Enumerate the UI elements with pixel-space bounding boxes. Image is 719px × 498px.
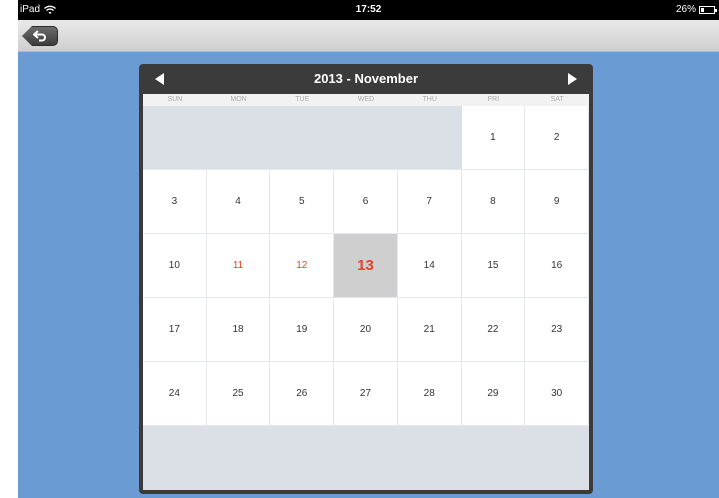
day-cell[interactable]: 3	[143, 170, 207, 234]
empty-day-cell	[397, 106, 462, 170]
navigation-bar	[18, 20, 719, 52]
empty-day-cell	[143, 106, 207, 170]
weekday-label: TUE	[295, 96, 310, 103]
back-button[interactable]	[22, 26, 58, 46]
battery-fill	[701, 8, 705, 12]
status-right: 26%	[675, 0, 717, 20]
day-cell[interactable]: 10	[143, 234, 207, 298]
day-cell[interactable]: 14	[397, 234, 462, 298]
day-cell[interactable]: 22	[461, 298, 526, 362]
clock: 17:52	[355, 4, 382, 15]
day-cell[interactable]: 18	[206, 298, 271, 362]
calendar-header: 2013 - November	[143, 64, 589, 94]
day-cell[interactable]: 4	[206, 170, 271, 234]
weekday-label: WED	[357, 96, 375, 103]
day-cell[interactable]: 1	[461, 106, 526, 170]
day-cell[interactable]: 30	[525, 362, 589, 426]
status-bar: iPad 17:52 26%	[18, 0, 719, 20]
back-arrow-icon	[33, 30, 46, 42]
empty-day-cell	[334, 106, 398, 170]
day-cell[interactable]: 8	[461, 170, 526, 234]
empty-week-row	[143, 426, 589, 490]
day-cell[interactable]: 28	[397, 362, 462, 426]
empty-day-cell	[206, 106, 271, 170]
day-cell[interactable]: 21	[397, 298, 462, 362]
day-cell[interactable]: 9	[525, 170, 589, 234]
day-cell[interactable]: 11	[206, 234, 271, 298]
battery-icon	[699, 6, 717, 14]
weekday-header-row: SUN MON TUE WED THU FRI SAT	[143, 94, 589, 106]
battery-percent: 26%	[675, 4, 696, 15]
calendar: 2013 - November SUN MON TUE WED THU FRI SAT 12…	[139, 64, 593, 494]
day-cell[interactable]: 2	[525, 106, 589, 170]
day-cell[interactable]: 25	[206, 362, 271, 426]
weekday-label: MON	[230, 96, 247, 103]
calendar-grid: 1 2 3 4 5 6 7 8 9 10 11 12 13 14 15 16 17 18 19 20 21 22 23 24 2…	[143, 106, 589, 490]
empty-day-cell	[270, 106, 335, 170]
day-cell[interactable]: 27	[334, 362, 398, 426]
next-month-icon[interactable]	[565, 72, 579, 86]
weekday-label: SAT	[550, 96, 564, 103]
weekday-label: THU	[422, 96, 437, 103]
calendar-title: 2013 - November	[313, 71, 419, 86]
day-cell[interactable]: 20	[334, 298, 398, 362]
day-cell[interactable]: 16	[525, 234, 589, 298]
day-cell[interactable]: 24	[143, 362, 207, 426]
day-cell[interactable]: 15	[461, 234, 526, 298]
day-cell[interactable]: 23	[525, 298, 589, 362]
day-cell-today[interactable]: 13	[334, 234, 398, 298]
day-cell[interactable]: 26	[270, 362, 335, 426]
day-cell[interactable]: 5	[270, 170, 335, 234]
day-cell[interactable]: 6	[334, 170, 398, 234]
day-cell[interactable]: 29	[461, 362, 526, 426]
day-cell[interactable]: 12	[270, 234, 335, 298]
weekday-label: SUN	[167, 96, 183, 103]
day-cell[interactable]: 7	[397, 170, 462, 234]
day-cell[interactable]: 17	[143, 298, 207, 362]
day-cell[interactable]: 19	[270, 298, 335, 362]
weekday-label: FRI	[487, 96, 500, 103]
